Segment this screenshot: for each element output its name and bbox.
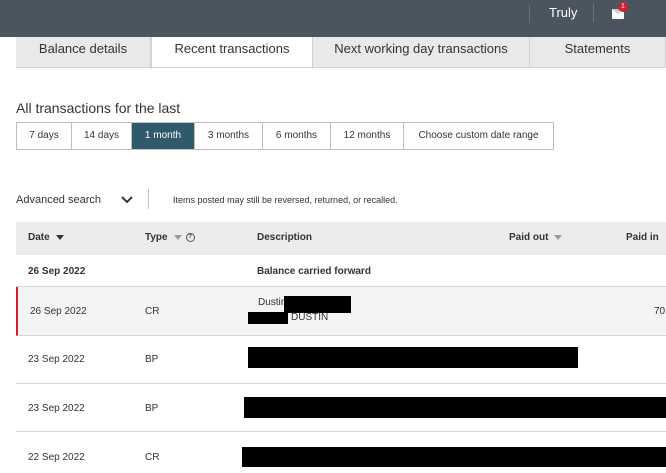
sort-icon[interactable]: [554, 234, 563, 240]
row-date: 23 Sep 2022: [28, 354, 85, 365]
range-12-months[interactable]: 12 months: [331, 123, 404, 149]
row-type: CR: [145, 452, 160, 463]
row-type: CR: [145, 306, 160, 317]
row-paid-in: 70: [654, 306, 666, 317]
table-row: 26 Sep 2022 Balance carried forward: [16, 255, 666, 287]
row-type: BP: [145, 354, 159, 365]
reversal-note: Items posted may still be reversed, retu…: [173, 195, 398, 205]
redaction-block: [248, 347, 578, 368]
column-paid-out[interactable]: Paid out: [509, 232, 563, 243]
range-3-months[interactable]: 3 months: [195, 123, 263, 149]
range-title: All transactions for the last: [16, 100, 181, 116]
row-description: Balance carried forward: [257, 266, 371, 277]
row-date: 26 Sep 2022: [30, 306, 87, 317]
chevron-down-icon[interactable]: [120, 192, 134, 206]
tabs-divider: [16, 67, 666, 68]
row-description: Dustin: [258, 297, 287, 308]
redaction-block: [244, 397, 666, 418]
redaction-block: [242, 447, 666, 467]
sort-down-icon[interactable]: [55, 234, 64, 240]
range-custom[interactable]: Choose custom date range: [404, 123, 553, 149]
row-type: BP: [145, 403, 159, 414]
column-date[interactable]: Date: [28, 232, 64, 243]
row-date: 22 Sep 2022: [28, 452, 85, 463]
transactions-table-header: Date Type? Description Paid out Paid in: [16, 222, 666, 255]
advanced-search-toggle[interactable]: Advanced search: [16, 194, 101, 206]
top-bar: Truly 1: [0, 0, 666, 37]
range-14-days[interactable]: 14 days: [72, 123, 132, 149]
column-paid-in: Paid in: [626, 232, 659, 243]
redaction-block: [248, 312, 288, 324]
tab-balance-details[interactable]: Balance details: [16, 37, 151, 68]
top-separator: [593, 4, 594, 22]
info-icon[interactable]: ?: [185, 232, 195, 242]
range-1-month[interactable]: 1 month: [132, 123, 195, 149]
redaction-block: [284, 296, 351, 313]
tab-next-working-day[interactable]: Next working day transactions: [313, 37, 530, 68]
range-7-days[interactable]: 7 days: [17, 123, 72, 149]
row-date: 26 Sep 2022: [28, 266, 86, 277]
sort-icon[interactable]: [173, 234, 182, 240]
user-name[interactable]: Truly: [528, 5, 577, 23]
range-selector: 7 days 14 days 1 month 3 months 6 months…: [16, 122, 554, 150]
account-tabs: Balance details Recent transactions Next…: [16, 37, 666, 69]
row-description-line2: DUSTIN: [291, 312, 329, 323]
range-6-months[interactable]: 6 months: [263, 123, 331, 149]
tab-recent-transactions[interactable]: Recent transactions: [151, 37, 313, 69]
column-type[interactable]: Type?: [145, 232, 195, 243]
column-description: Description: [257, 232, 313, 243]
notification-badge: 1: [618, 2, 628, 12]
tab-statements[interactable]: Statements: [530, 37, 666, 68]
advanced-search-separator: [148, 189, 149, 209]
row-date: 23 Sep 2022: [28, 403, 85, 414]
